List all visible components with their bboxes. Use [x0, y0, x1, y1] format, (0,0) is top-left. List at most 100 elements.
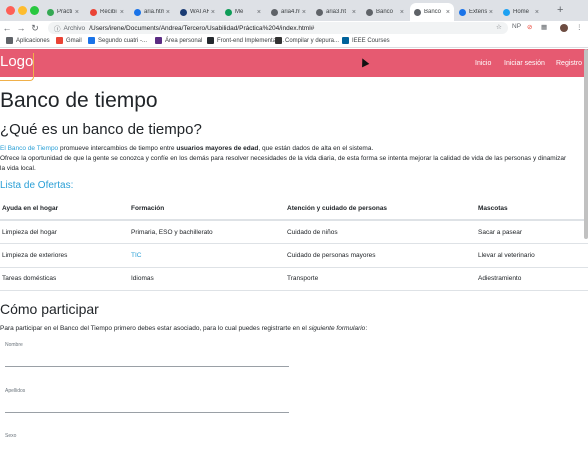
- tab-close-icon[interactable]: ×: [166, 9, 170, 16]
- tab-close-icon[interactable]: ×: [446, 9, 450, 16]
- tab-title: Extens: [469, 9, 487, 15]
- intro-paragraph-line1: El Banco de Tiempo promueve intercambios…: [0, 145, 373, 152]
- nombre-input[interactable]: [5, 366, 289, 367]
- browser-tab[interactable]: Me ×: [221, 3, 265, 21]
- table-cell: Limpieza de exteriores: [0, 243, 129, 268]
- tab-title: Home: [513, 9, 530, 15]
- tab-close-icon[interactable]: ×: [257, 9, 261, 16]
- tab-close-icon[interactable]: ×: [489, 9, 493, 16]
- section-title-como-participar: Cómo participar: [0, 301, 99, 317]
- bookmark-item[interactable]: IEEE Courses: [342, 37, 390, 44]
- tab-title: Prácti: [57, 9, 73, 15]
- tab-title: Me: [235, 9, 244, 15]
- extension-puzzle-icon[interactable]: ▦: [541, 23, 547, 31]
- new-tab-button[interactable]: +: [557, 4, 563, 16]
- bookmark-star-icon[interactable]: ☆: [496, 23, 502, 31]
- bookmark-item[interactable]: Front-end Implementati...: [207, 37, 284, 44]
- tab-favicon-icon: [225, 8, 232, 16]
- form-link-text[interactable]: siguiente formulario: [309, 325, 366, 332]
- apps-icon: [6, 37, 13, 44]
- tab-title: aria4.ht: [281, 9, 300, 15]
- bookmark-item[interactable]: Aplicaciones: [6, 37, 50, 44]
- intro-bold: usuarios mayores de edad: [176, 145, 259, 152]
- bookmark-item[interactable]: Segundo cuatri -...: [88, 37, 147, 44]
- table-row: Limpieza del hogar Primaria, ESO y bachi…: [0, 220, 588, 244]
- nav-link-inicio[interactable]: Inicio: [475, 60, 491, 67]
- offers-table: Ayuda en el hogar Formación Atención y c…: [0, 198, 588, 291]
- forward-icon[interactable]: →: [14, 23, 28, 33]
- table-header-row: Ayuda en el hogar Formación Atención y c…: [0, 198, 588, 221]
- col-header-hogar: Ayuda en el hogar: [0, 198, 129, 221]
- browser-tab[interactable]: Recibi ×: [86, 3, 128, 21]
- browser-tab[interactable]: Extens ×: [455, 3, 497, 21]
- table-row: Tareas domésticas Idiomas Transporte Adi…: [0, 267, 588, 291]
- close-window-button[interactable]: [6, 6, 15, 15]
- col-header-atencion: Atención y cuidado de personas: [285, 198, 476, 221]
- browser-tab[interactable]: aria.htm ×: [130, 3, 174, 21]
- bookmark-item[interactable]: Compilar y depura...: [275, 37, 339, 44]
- table-cell: Limpieza del hogar: [0, 220, 129, 244]
- table-cell: Adiestramiento: [476, 267, 588, 291]
- extension-np-icon[interactable]: NP: [512, 23, 521, 30]
- tab-favicon-icon: [47, 8, 54, 16]
- intro-paragraph-line3: la vida local.: [0, 165, 36, 172]
- participar-text: Para participar en el Banco del Tiempo p…: [0, 325, 309, 332]
- nav-link-registro[interactable]: Registro: [556, 60, 582, 67]
- browser-tab[interactable]: WAI ARI×: [176, 3, 219, 21]
- browser-tab[interactable]: aria3.ht ×: [312, 3, 360, 21]
- intro-text: promueve intercambios de tiempo entre: [58, 145, 177, 152]
- profile-avatar[interactable]: [560, 24, 568, 32]
- bookmark-label: Compilar y depura...: [285, 37, 340, 44]
- nav-link-iniciar-sesion[interactable]: Iniciar sesión: [504, 60, 545, 67]
- tab-close-icon[interactable]: ×: [120, 9, 124, 16]
- tab-favicon-icon: [503, 8, 510, 16]
- nombre-label: Nombre: [5, 342, 23, 348]
- tab-favicon-icon: [366, 8, 373, 16]
- offers-title: Lista de Ofertas:: [0, 180, 74, 191]
- tab-close-icon[interactable]: ×: [352, 9, 356, 16]
- browser-tab[interactable]: Banco ×: [362, 3, 408, 21]
- reload-icon[interactable]: ↻: [28, 23, 42, 34]
- moodle-icon: [155, 37, 162, 44]
- table-cell: Primaria, ESO y bachillerato: [129, 220, 285, 244]
- browser-tab-strip: Prácti×Recibi×aria.htm×WAI ARI×Me×aria4.…: [0, 0, 588, 21]
- tic-link[interactable]: TIC: [129, 243, 285, 268]
- github-icon: [207, 37, 214, 44]
- browser-tab[interactable]: Prácti ×: [43, 3, 83, 21]
- browser-tab[interactable]: Banco ×: [410, 3, 454, 21]
- bookmark-label: Área personal: [165, 37, 203, 44]
- tab-title: Recibi: [100, 9, 117, 15]
- back-icon[interactable]: ←: [0, 23, 14, 33]
- participar-paragraph: Para participar en el Banco del Tiempo p…: [0, 325, 367, 332]
- participar-text-end: :: [365, 325, 368, 332]
- tab-close-icon[interactable]: ×: [75, 9, 79, 16]
- extension-block-icon[interactable]: ⊘: [527, 23, 532, 31]
- apellidos-label: Apellidos: [5, 388, 26, 394]
- col-header-mascotas: Mascotas: [476, 198, 588, 221]
- browser-tab[interactable]: Home ×: [499, 3, 543, 21]
- bookmark-label: IEEE Courses: [352, 37, 390, 44]
- tab-title: WAI ARI: [190, 9, 209, 15]
- bookmark-item[interactable]: Gmail: [56, 37, 82, 44]
- drive-icon: [88, 37, 95, 44]
- intro-text-end: , que están dados de alta en el sistema.: [258, 145, 374, 152]
- tab-close-icon[interactable]: ×: [302, 9, 306, 16]
- info-icon[interactable]: ⓘ: [54, 23, 61, 33]
- banco-de-tiempo-link[interactable]: El Banco de Tiempo: [0, 145, 58, 152]
- bookmark-item[interactable]: Área personal: [155, 37, 202, 44]
- apellidos-input[interactable]: [5, 412, 289, 413]
- menu-kebab-icon[interactable]: ⋮: [576, 23, 583, 31]
- minimize-window-button[interactable]: [18, 6, 27, 15]
- maximize-window-button[interactable]: [30, 6, 39, 15]
- url-text: /Users/irene/Documents/Andrea/Tercero/Us…: [89, 24, 315, 32]
- address-bar[interactable]: ⓘ Archivo /Users/irene/Documents/Andrea/…: [48, 22, 508, 34]
- tab-title: aria.htm: [144, 9, 164, 15]
- col-header-formacion: Formación: [129, 198, 285, 221]
- browser-tab[interactable]: aria4.ht ×: [267, 3, 310, 21]
- page-scrollbar[interactable]: [584, 49, 588, 239]
- table-cell: Idiomas: [129, 267, 285, 291]
- tab-favicon-icon: [459, 8, 466, 16]
- tab-close-icon[interactable]: ×: [211, 9, 215, 16]
- tab-close-icon[interactable]: ×: [400, 9, 404, 16]
- tab-close-icon[interactable]: ×: [535, 9, 539, 16]
